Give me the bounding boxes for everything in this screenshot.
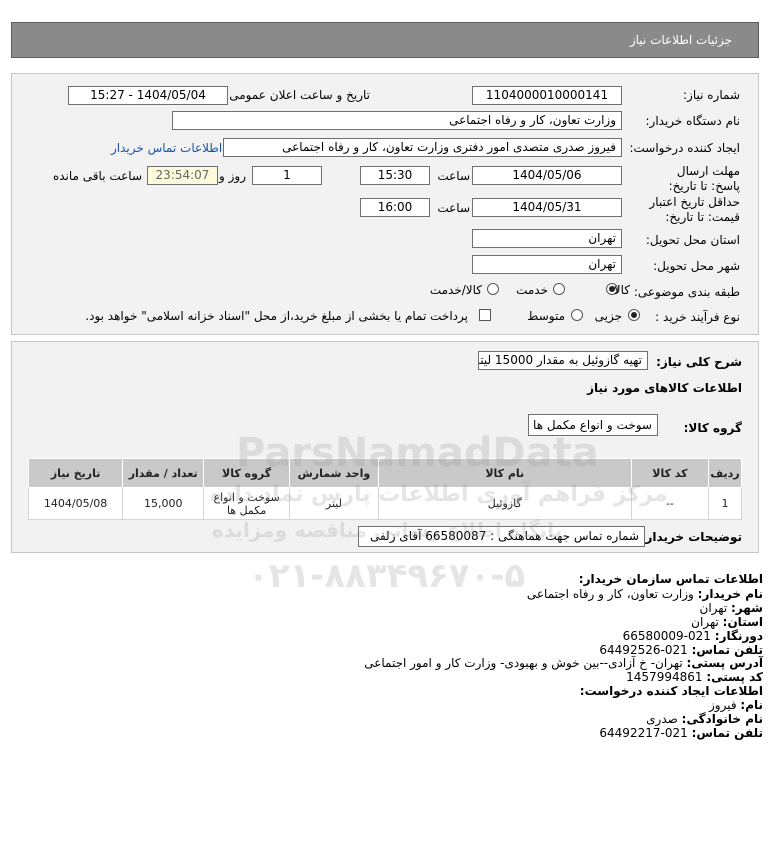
watermark-line2: مرکز فراهم آوری اطلاعات پارس نماد داده xyxy=(210,482,668,507)
city-label: شهر محل تحویل: xyxy=(653,259,740,273)
days-label: روز و xyxy=(219,169,246,183)
description-label: شرح کلی نیاز: xyxy=(656,355,742,369)
contact-phone-line: تلفن تماس: 021-64492526 xyxy=(599,643,763,657)
col-row: ردیف xyxy=(708,458,742,488)
goods-group-label: گروه کالا: xyxy=(683,421,742,435)
goods-info-title: اطلاعات کالاهای مورد نیاز xyxy=(587,381,742,395)
contact-city-label: شهر: xyxy=(731,601,763,615)
cell-row: 1 xyxy=(708,487,742,520)
creator-name: فیروز xyxy=(708,698,737,712)
process-minor-radio[interactable] xyxy=(628,309,640,321)
contact-org: وزارت تعاون، کار و رفاه اجتماعی xyxy=(526,587,694,601)
contact-address: تهران- خ آزادی--بین خوش و بهبودی- وزارت … xyxy=(364,656,683,670)
validity-time-label: ساعت xyxy=(437,201,470,215)
validity-date-field: 1404/05/31 xyxy=(472,198,622,217)
category-service-radio[interactable] xyxy=(553,283,565,295)
col-date: تاریخ نیاز xyxy=(27,458,124,488)
contact-city: تهران xyxy=(699,601,728,615)
contact-org-label: نام خریدار: xyxy=(697,587,763,601)
contact-title: اطلاعات تماس سازمان خریدار: xyxy=(578,572,763,586)
need-number-label: شماره نیاز: xyxy=(683,88,740,102)
page-header: جزئیات اطلاعات نیاز xyxy=(11,22,759,58)
contact-phone-label: تلفن تماس: xyxy=(691,643,763,657)
announce-label: تاریخ و ساعت اعلان عمومی: xyxy=(225,88,370,102)
contact-province-line: استان: تهران xyxy=(691,615,763,629)
creator-phone: 021-64492217 xyxy=(599,726,688,740)
city-field: تهران xyxy=(472,255,622,274)
treasury-note: پرداخت تمام یا بخشی از مبلغ خرید،از محل … xyxy=(85,309,468,323)
contact-fax-line: دورنگار: 021-66580009 xyxy=(623,629,763,643)
process-minor-label: جزیی xyxy=(594,309,622,323)
remaining-label: ساعت باقی مانده xyxy=(52,169,142,183)
creator-family-line: نام خانوادگی: صدری xyxy=(646,712,763,726)
validity-label: حداقل تاریخ اعتبار قیمت: تا تاریخ: xyxy=(649,195,740,224)
buyer-notes-label: توضیحات خریدار: xyxy=(640,530,742,544)
contact-address-line: آدرس پستی: تهران- خ آزادی--بین خوش و بهب… xyxy=(364,656,763,670)
province-label: استان محل تحویل: xyxy=(645,233,740,247)
creator-field: فیروز صدری متصدی امور دفتری وزارت تعاون،… xyxy=(223,138,622,157)
deadline-time-field: 15:30 xyxy=(360,166,430,185)
category-service-label: خدمت xyxy=(516,283,548,297)
cell-date: 1404/05/08 xyxy=(27,487,124,520)
contact-province: تهران xyxy=(691,615,719,629)
cell-quantity: 15,000 xyxy=(122,487,205,520)
category-goods-label: کالا xyxy=(613,283,630,297)
description-field: تهیه گازوئیل به مقدار 15000 لیتر xyxy=(478,351,648,370)
deadline-date-field: 1404/05/06 xyxy=(472,166,622,185)
category-label: طبقه بندی موضوعی: xyxy=(633,285,740,299)
contact-postal-label: کد پستی: xyxy=(706,670,763,684)
deadline-label: مهلت ارسال پاسخ: تا تاریخ: xyxy=(668,164,740,193)
buyer-org-field: وزارت تعاون، کار و رفاه اجتماعی xyxy=(172,111,622,130)
watermark-line3: پایگاه اطلاع رسانی مناقصه ومزایده xyxy=(212,518,563,542)
category-both-label: کالا/خدمت xyxy=(429,283,482,297)
announce-field: 1404/05/04 - 15:27 xyxy=(68,86,228,105)
contact-fax-label: دورنگار: xyxy=(714,629,763,643)
contact-postal-line: کد پستی: 1457994861 xyxy=(626,670,763,684)
watermark-phone: ۰۲۱-۸۸۳۴۹۶۷۰-۵ xyxy=(248,556,526,596)
watermark-brand: ParsNamadData xyxy=(236,430,599,476)
contact-address-label: آدرس پستی: xyxy=(686,656,763,670)
contact-info-link[interactable]: اطلاعات تماس خریدار xyxy=(111,141,222,155)
contact-city-line: شهر: تهران xyxy=(700,601,763,615)
process-label: نوع فرآیند خرید : xyxy=(655,310,740,324)
contact-org-line: نام خریدار: وزارت تعاون، کار و رفاه اجتم… xyxy=(527,587,763,601)
creator-family: صدری xyxy=(646,712,678,726)
deadline-time-label: ساعت xyxy=(437,169,470,183)
contact-postal: 1457994861 xyxy=(626,670,703,684)
process-medium-radio[interactable] xyxy=(571,309,583,321)
treasury-checkbox[interactable] xyxy=(479,309,491,321)
process-medium-label: متوسط xyxy=(527,309,565,323)
col-quantity: تعداد / مقدار xyxy=(122,458,205,488)
category-both-radio[interactable] xyxy=(487,283,499,295)
creator-info-title: اطلاعات ایجاد کننده درخواست: xyxy=(579,684,763,698)
province-field: تهران xyxy=(472,229,622,248)
creator-name-line: نام: فیروز xyxy=(709,698,763,712)
contact-fax: 021-66580009 xyxy=(622,629,711,643)
need-number-field: 1104000010000141 xyxy=(472,86,622,105)
page-title: جزئیات اطلاعات نیاز xyxy=(629,33,732,47)
creator-phone-label: تلفن تماس: xyxy=(691,726,763,740)
days-field: 1 xyxy=(252,166,322,185)
remaining-time-field: 23:54:07 xyxy=(147,166,218,185)
creator-name-label: نام: xyxy=(740,698,763,712)
creator-family-label: نام خانوادگی: xyxy=(681,712,763,726)
contact-phone: 021-64492526 xyxy=(599,643,688,657)
buyer-org-label: نام دستگاه خریدار: xyxy=(645,114,741,128)
validity-time-field: 16:00 xyxy=(360,198,430,217)
contact-province-label: استان: xyxy=(722,615,763,629)
creator-label: ایجاد کننده درخواست: xyxy=(629,141,740,155)
creator-phone-line: تلفن تماس: 021-64492217 xyxy=(599,726,763,740)
